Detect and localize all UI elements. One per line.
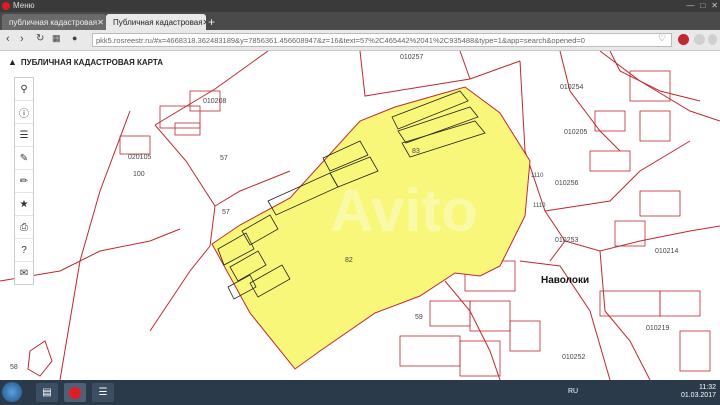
star-icon[interactable]: ★: [15, 193, 33, 216]
parcel-label: 100: [133, 171, 145, 178]
close-icon[interactable]: ✕: [711, 1, 718, 10]
minimize-icon[interactable]: —: [686, 1, 694, 10]
parcel-label: 83: [412, 148, 420, 155]
opera-logo-icon: [2, 1, 10, 10]
menu-icon[interactable]: [708, 34, 717, 45]
clock-time: 11:32: [699, 384, 716, 391]
language-indicator[interactable]: RU: [568, 388, 578, 395]
parcel-label: 010205: [564, 129, 588, 136]
parcel-label: 010252: [562, 354, 586, 361]
clock[interactable]: 11:32 01.03.2017: [681, 384, 716, 400]
download-icon[interactable]: [694, 34, 705, 45]
menu-label: Меню: [13, 1, 35, 10]
lock-icon: ●: [72, 33, 78, 43]
parcel-label: 010253: [555, 237, 579, 244]
files-icon[interactable]: ☰: [92, 383, 114, 402]
address-toolbar: ‹ › ↻ ▦ ● pkk5.rosreestr.ru/#x=4668318.3…: [0, 30, 720, 51]
tab-active[interactable]: Публичная кадастровая ✕: [106, 14, 206, 30]
watermark: Avito: [330, 177, 478, 244]
extension-icon[interactable]: [678, 34, 689, 45]
place-label: Наволоки: [541, 275, 590, 286]
map-canvas[interactable]: Avito: [0, 51, 720, 380]
explorer-icon[interactable]: ▤: [36, 383, 58, 402]
tab-close-icon[interactable]: ✕: [203, 18, 206, 27]
pencil-icon[interactable]: ✎: [15, 147, 33, 170]
parcel-label: 010257: [400, 54, 424, 61]
clock-date: 01.03.2017: [680, 392, 716, 399]
new-tab-button[interactable]: +: [208, 15, 215, 29]
browser-titlebar: Меню — □ ✕: [0, 0, 720, 12]
parcel-label: 1110: [531, 173, 544, 179]
parcel-label: 58: [10, 364, 18, 371]
parcel-label: 010254: [560, 84, 584, 91]
back-icon[interactable]: ‹: [6, 33, 10, 45]
map-title: ▲ ПУБЛИЧНАЯ КАДАСТРОВАЯ КАРТА: [8, 57, 163, 67]
svg-text:Avito: Avito: [330, 177, 478, 244]
url-input[interactable]: pkk5.rosreestr.ru/#x=4668318.362483189&y…: [92, 33, 672, 47]
parcel-label: 82: [345, 257, 353, 264]
parcel-label: 57: [222, 209, 230, 216]
bookmark-heart-icon[interactable]: ♡: [658, 33, 666, 44]
tab-first-label: публичная кадастровая: [9, 17, 98, 27]
cadastral-map[interactable]: Avito ▲ ПУБЛИЧНАЯ КАДАСТРОВАЯ КАРТА ⚲ ⓘ …: [0, 51, 720, 380]
parcel-label: 59: [415, 314, 423, 321]
reload-icon[interactable]: ↻: [36, 33, 44, 44]
search-icon[interactable]: ⚲: [15, 78, 33, 101]
tab-active-label: Публичная кадастровая: [113, 17, 203, 27]
layers-icon[interactable]: ☰: [15, 124, 33, 147]
map-toolbar: ⚲ ⓘ ☰ ✎ ✏ ★ ⎙ ? ✉: [14, 77, 34, 285]
rosreestr-logo-icon: ▲: [8, 57, 17, 67]
parcel-label: 1110: [533, 203, 546, 209]
parcel-label: 010208: [203, 98, 227, 105]
maximize-icon[interactable]: □: [700, 1, 705, 10]
measure-icon[interactable]: ✏: [15, 170, 33, 193]
parcel-label: 020105: [128, 154, 152, 161]
forward-icon[interactable]: ›: [20, 33, 24, 45]
parcel-label: 57: [220, 155, 228, 162]
tab-close-icon[interactable]: ✕: [97, 18, 104, 27]
home-grid-icon[interactable]: ▦: [52, 33, 61, 44]
mail-icon[interactable]: ✉: [15, 262, 33, 284]
parcel-label: 010214: [655, 248, 679, 255]
help-icon[interactable]: ?: [15, 239, 33, 262]
opera-taskbar-icon[interactable]: [64, 383, 86, 402]
map-title-text: ПУБЛИЧНАЯ КАДАСТРОВАЯ КАРТА: [20, 57, 164, 67]
tab-bar: публичная кадастровая ✕ Публичная кадаст…: [0, 12, 720, 30]
window-controls: — □ ✕: [686, 1, 718, 10]
info-icon[interactable]: ⓘ: [15, 101, 33, 124]
parcel-label: 010219: [646, 325, 670, 332]
start-button[interactable]: [2, 382, 22, 402]
print-icon[interactable]: ⎙: [15, 216, 33, 239]
tab-first[interactable]: публичная кадастровая ✕: [2, 14, 106, 30]
windows-taskbar: ▤ ☰ RU 11:32 01.03.2017: [0, 380, 720, 405]
parcel-label: 010256: [555, 180, 579, 187]
browser-menu-button[interactable]: Меню: [2, 1, 35, 10]
